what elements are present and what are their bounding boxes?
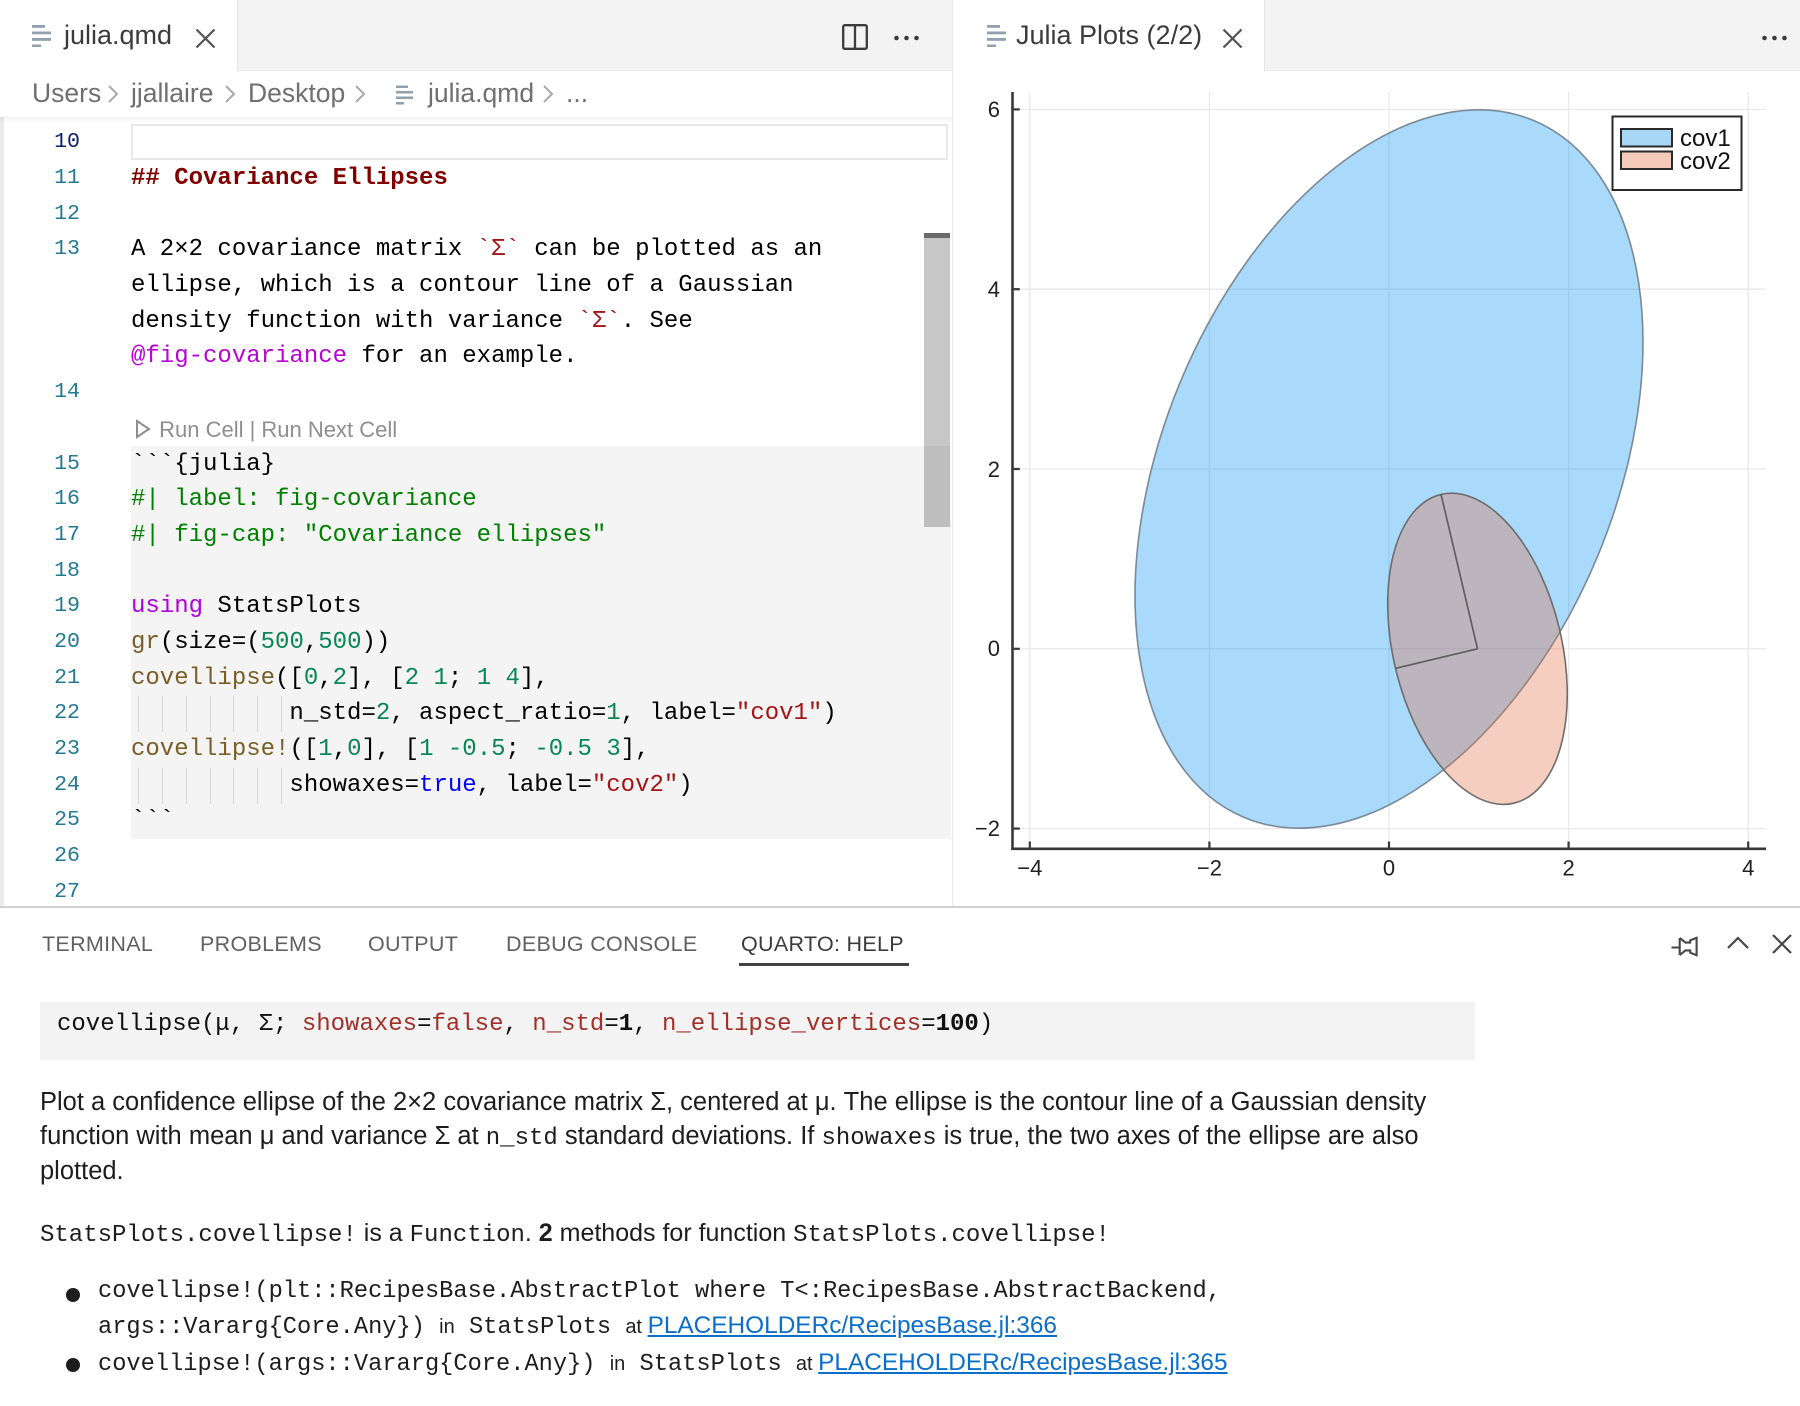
svg-text:cov2: cov2: [1680, 148, 1731, 175]
svg-text:2: 2: [1562, 856, 1574, 881]
svg-text:0: 0: [988, 636, 1000, 661]
svg-text:6: 6: [988, 97, 1000, 122]
svg-text:4: 4: [1742, 856, 1754, 881]
svg-text:4: 4: [988, 277, 1000, 302]
svg-text:0: 0: [1383, 856, 1395, 881]
svg-text:−2: −2: [1197, 856, 1222, 881]
svg-text:−2: −2: [975, 816, 1000, 841]
svg-text:2: 2: [988, 457, 1000, 482]
svg-text:−4: −4: [1017, 856, 1042, 881]
